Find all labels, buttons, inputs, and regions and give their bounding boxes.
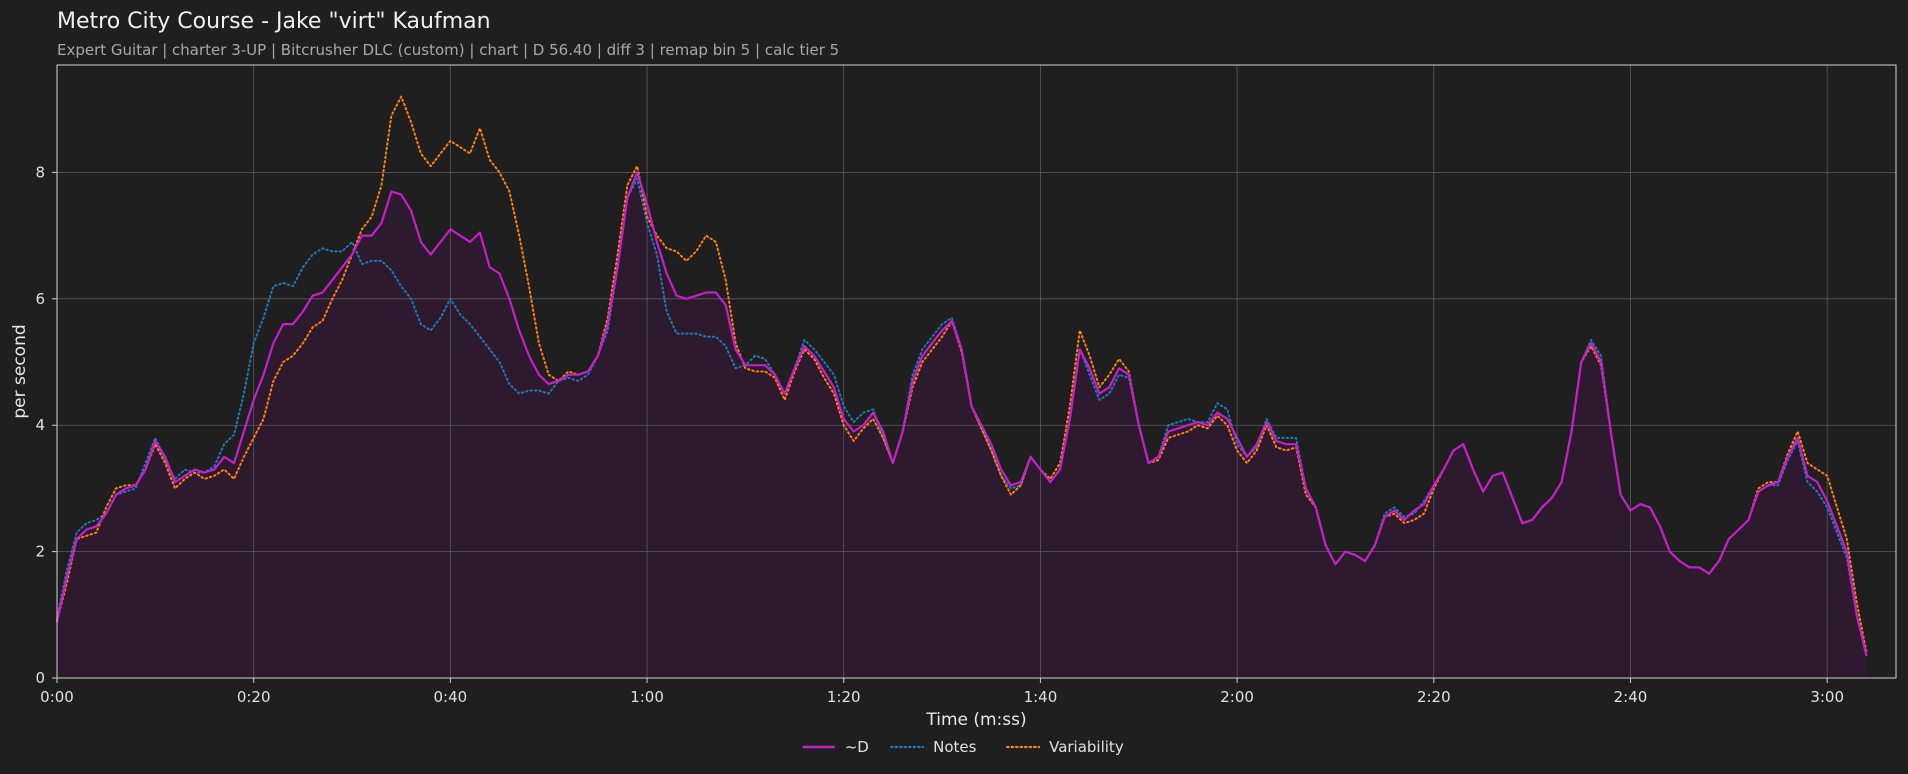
x-tick-label: 3:00: [1810, 688, 1844, 706]
x-tick-label: 2:40: [1614, 688, 1648, 706]
chart-svg: Metro City Course - Jake "virt" Kaufman …: [10, 9, 1897, 756]
chart-subtitle: Expert Guitar | charter 3-UP | Bitcrushe…: [57, 41, 839, 59]
legend-label: Variability: [1049, 738, 1124, 756]
x-tick-label: 1:40: [1024, 688, 1058, 706]
x-tick-label: 1:20: [827, 688, 861, 706]
x-axis-ticks: 0:00 0:20 0:40 1:00 1:20 1:40 2:00 2:20 2:40 3:00: [40, 678, 1844, 706]
y-tick-label: 4: [35, 416, 45, 434]
y-tick-label: 2: [35, 543, 45, 561]
y-tick-label: 6: [35, 290, 45, 308]
legend-label: Notes: [933, 738, 977, 756]
y-axis-label: per second: [10, 324, 30, 418]
legend-label: ~D: [845, 738, 869, 756]
y-axis-ticks: 0 2 4 6 8: [35, 163, 57, 687]
x-tick-label: 0:00: [40, 688, 74, 706]
x-tick-label: 2:20: [1417, 688, 1451, 706]
plot-area-fill: [57, 65, 1896, 678]
x-tick-label: 0:40: [434, 688, 468, 706]
x-tick-label: 1:00: [630, 688, 664, 706]
y-tick-label: 0: [35, 669, 45, 687]
chart-title: Metro City Course - Jake "virt" Kaufman: [57, 9, 491, 34]
legend: ~D Notes Variability: [802, 738, 1124, 756]
x-tick-label: 2:00: [1220, 688, 1254, 706]
x-tick-label: 0:20: [237, 688, 271, 706]
chart-container: Metro City Course - Jake "virt" Kaufman …: [0, 0, 1908, 774]
y-tick-label: 8: [35, 163, 45, 181]
x-axis-label: Time (m:ss): [925, 710, 1026, 730]
